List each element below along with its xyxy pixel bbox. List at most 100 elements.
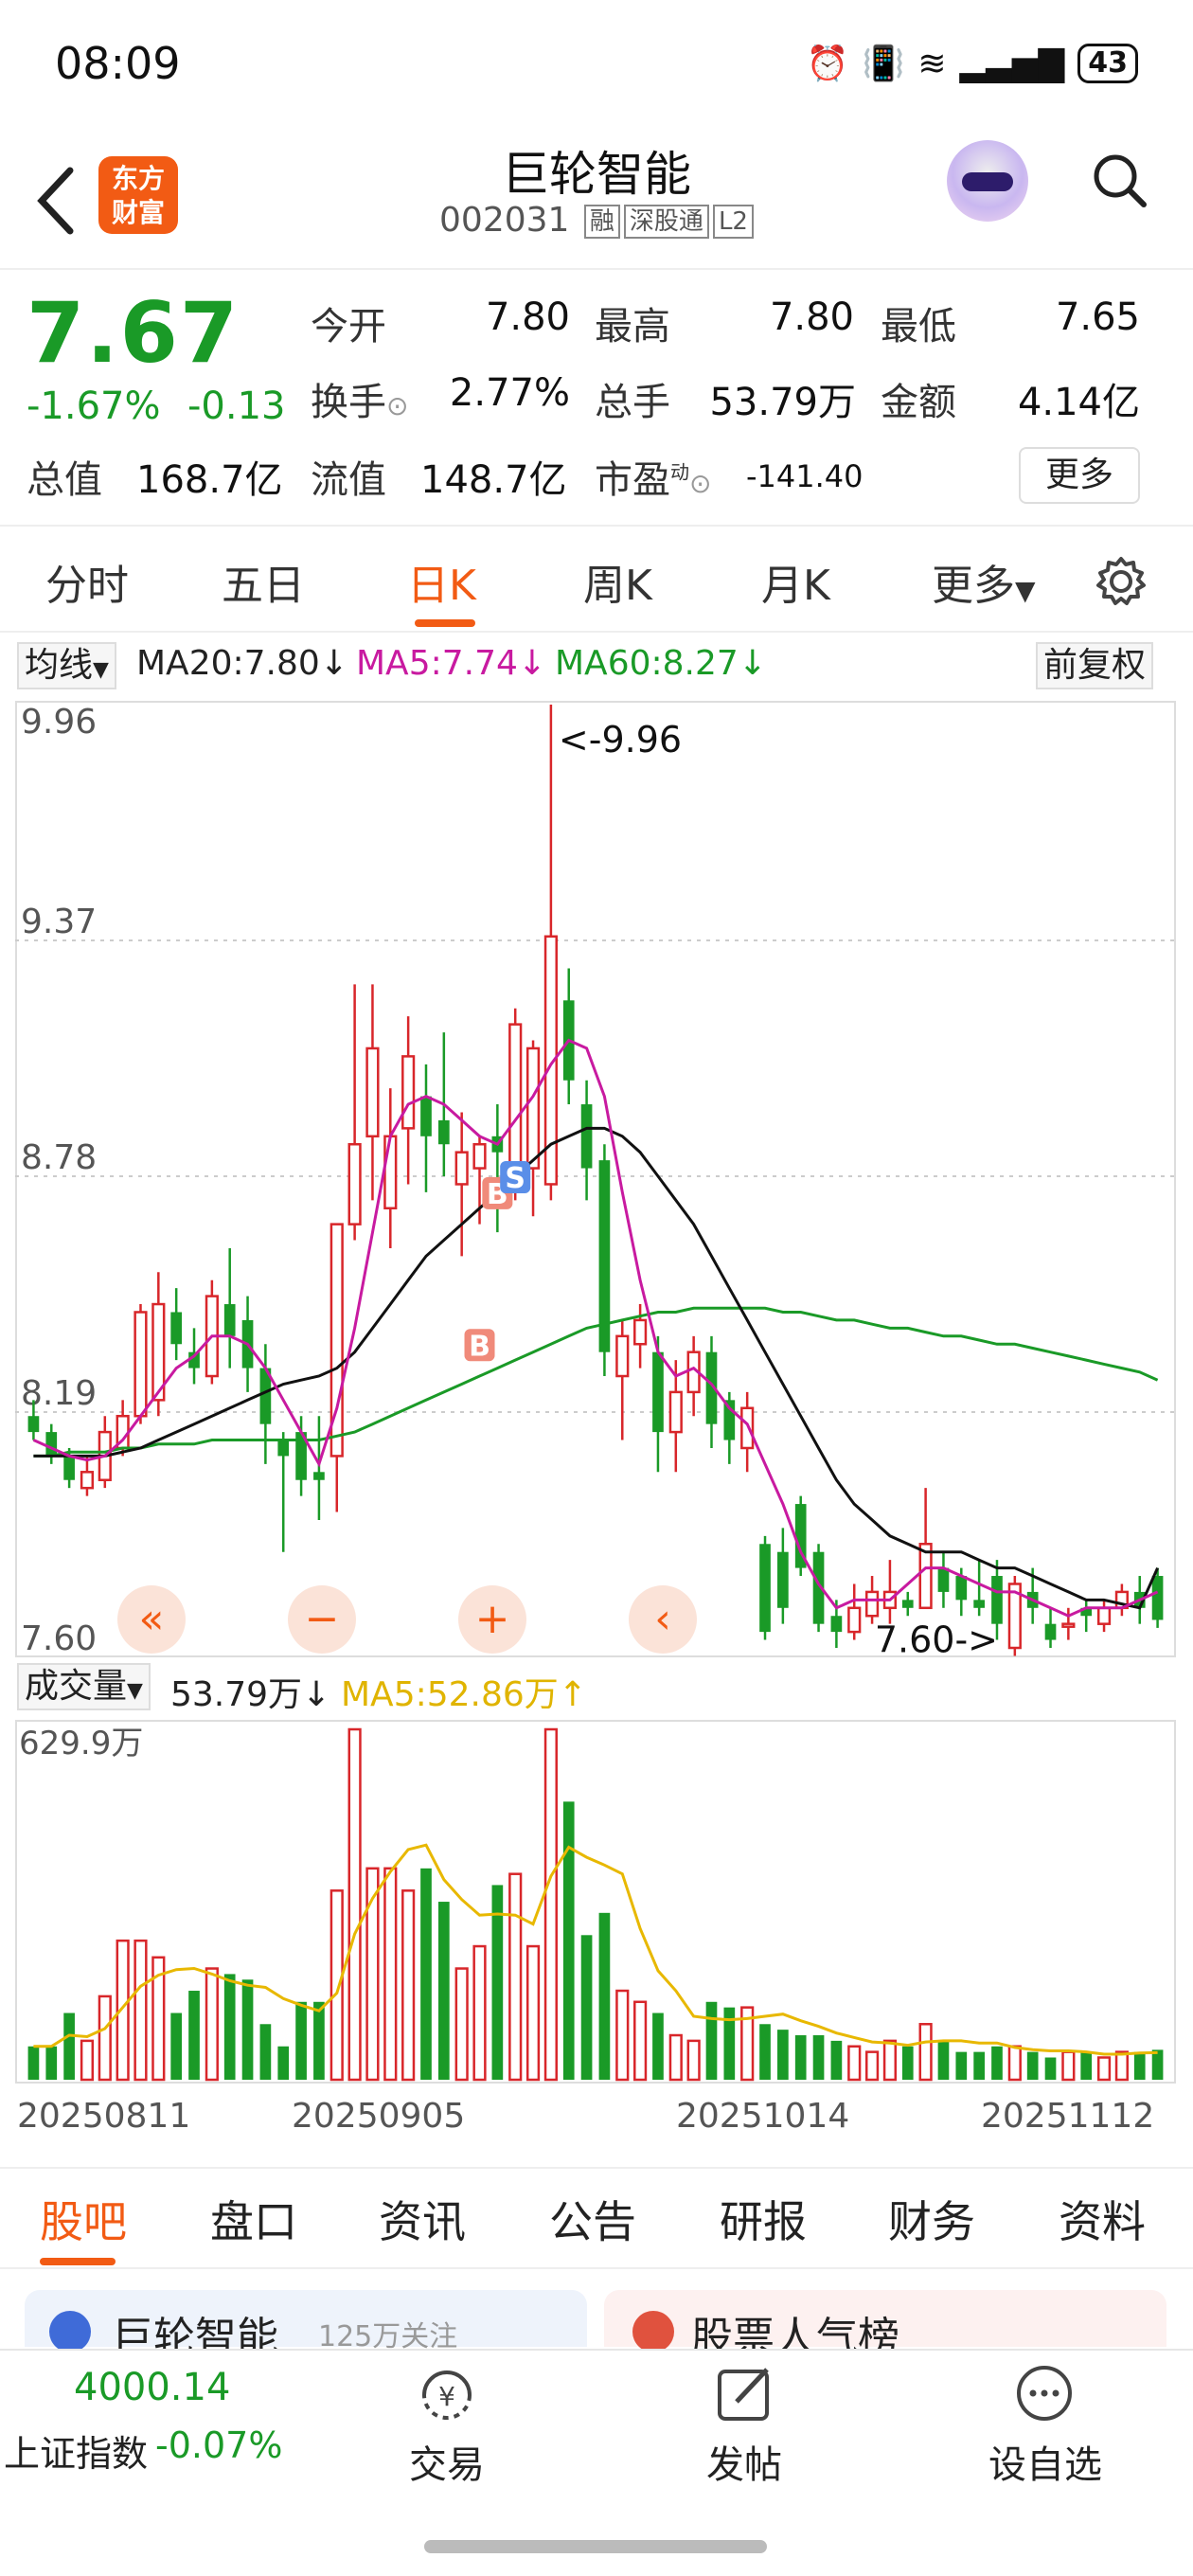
dropdown-icon: ▼ bbox=[93, 658, 109, 682]
total-value-label: 总值 bbox=[27, 458, 102, 502]
volume-bar bbox=[918, 2023, 933, 2082]
date-label-4: 20251112 bbox=[981, 2097, 1155, 2136]
post-icon[interactable] bbox=[716, 2364, 775, 2423]
info-icon[interactable]: ⊙ bbox=[386, 390, 408, 421]
candle-body bbox=[668, 1390, 683, 1434]
ma-selector[interactable]: 均线▼ bbox=[17, 642, 116, 689]
tab-intraday[interactable]: 分时 bbox=[45, 551, 129, 612]
volume-bar bbox=[45, 2046, 58, 2080]
add-watchlist-label[interactable]: 设自选 bbox=[979, 2434, 1112, 2489]
volume-bar bbox=[1026, 2051, 1039, 2080]
subtab-announcements[interactable]: 公告 bbox=[549, 2188, 636, 2250]
low-label: 最低 bbox=[881, 305, 956, 349]
max-price-note: <-9.96 bbox=[559, 719, 682, 760]
popularity-card[interactable]: 股票人气榜 bbox=[604, 2290, 1166, 2362]
tab-weekly-k[interactable]: 周K bbox=[583, 551, 652, 612]
candle-body bbox=[277, 1440, 290, 1457]
candle-body bbox=[383, 1135, 398, 1210]
tab-monthly-k[interactable]: 月K bbox=[761, 551, 830, 612]
dropdown-icon: ▼ bbox=[1015, 575, 1036, 606]
candle-body bbox=[313, 1472, 325, 1480]
index-value[interactable]: 4000.14 bbox=[74, 2366, 230, 2409]
sell-marker: S bbox=[505, 1162, 525, 1195]
index-name[interactable]: 上证指数 bbox=[4, 2424, 148, 2477]
gear-icon[interactable] bbox=[1095, 555, 1148, 608]
adjust-button[interactable]: 前复权 bbox=[1036, 642, 1154, 689]
low-value: 7.65 bbox=[1055, 295, 1140, 339]
candle-body bbox=[525, 1046, 541, 1170]
candle-body bbox=[652, 1351, 664, 1433]
ma5-label: MA5:7.74↓ bbox=[356, 644, 547, 683]
volume-bar bbox=[223, 1974, 236, 2080]
volume-chart[interactable]: 629.9万 bbox=[15, 1720, 1176, 2084]
high-value: 7.80 bbox=[769, 295, 854, 339]
subtab-indicator bbox=[40, 2258, 116, 2265]
open-label: 今开 bbox=[311, 305, 386, 349]
battery-icon: 43 bbox=[1077, 44, 1138, 83]
volume-bar bbox=[633, 2000, 648, 2082]
ma60-label: MA60:8.27↓ bbox=[555, 644, 767, 683]
amount-label: 金额 bbox=[881, 381, 956, 424]
total-value: 168.7亿 bbox=[136, 458, 283, 502]
volume-bar bbox=[1133, 2051, 1146, 2080]
volume-label: 总手 bbox=[595, 381, 670, 424]
trade-label[interactable]: 交易 bbox=[403, 2434, 490, 2489]
search-icon[interactable] bbox=[1091, 152, 1148, 208]
tab-five-day[interactable]: 五日 bbox=[222, 551, 305, 612]
volume-bar bbox=[668, 2033, 683, 2082]
candle-body bbox=[1151, 1576, 1164, 1620]
index-change: -0.07% bbox=[155, 2424, 283, 2466]
subtab-forum[interactable]: 股吧 bbox=[40, 2188, 127, 2250]
candle-body bbox=[134, 1311, 148, 1418]
vibrate-icon: 📳 bbox=[862, 45, 905, 83]
candle-body bbox=[847, 1606, 862, 1634]
volume-bar bbox=[562, 1801, 575, 2080]
volume-bar bbox=[313, 2001, 325, 2080]
candle-body bbox=[901, 1600, 914, 1608]
more-button[interactable]: 更多 bbox=[1019, 447, 1140, 504]
volume-selector[interactable]: 成交量▼ bbox=[17, 1663, 151, 1710]
tab-more[interactable]: 更多▼ bbox=[932, 551, 1036, 612]
subtab-finance[interactable]: 财务 bbox=[888, 2188, 975, 2250]
home-indicator bbox=[424, 2540, 767, 2553]
subtab-profile[interactable]: 资料 bbox=[1059, 2188, 1146, 2250]
pe-info-icon[interactable]: ⊙ bbox=[689, 468, 711, 499]
zoom-out-fast-icon-glyph: « bbox=[139, 1595, 165, 1643]
candle-body bbox=[223, 1304, 236, 1336]
volume-bar bbox=[347, 1727, 362, 2082]
subtab-orderbook[interactable]: 盘口 bbox=[210, 2188, 297, 2250]
change-percent: -1.67% bbox=[27, 385, 161, 428]
volume-bar bbox=[401, 1889, 416, 2082]
chart-frame bbox=[15, 701, 1176, 1657]
alarm-icon: ⏰ bbox=[806, 45, 849, 83]
candle-body bbox=[420, 1096, 432, 1136]
more-options-icon[interactable] bbox=[1015, 2364, 1074, 2423]
volume-bar bbox=[1096, 2056, 1112, 2082]
tab-indicator bbox=[415, 619, 475, 627]
candlestick-chart[interactable]: 9.969.378.788.197.60<-9.967.60->BBS« − + ‹ bbox=[15, 701, 1176, 1657]
y-tick-label: 8.19 bbox=[21, 1374, 97, 1413]
candle-body bbox=[63, 1456, 75, 1480]
subtab-news[interactable]: 资讯 bbox=[379, 2188, 466, 2250]
forum-card[interactable]: 巨轮智能 125万关注 bbox=[25, 2290, 587, 2362]
amount-value: 4.14亿 bbox=[1017, 381, 1140, 424]
candle-body bbox=[633, 1318, 648, 1346]
robot-assistant-icon[interactable] bbox=[947, 140, 1028, 222]
subtab-research[interactable]: 研报 bbox=[720, 2188, 807, 2250]
candle-body bbox=[740, 1406, 755, 1450]
trade-icon[interactable]: ¥ bbox=[413, 2364, 481, 2426]
volume-bar bbox=[705, 2001, 718, 2080]
candle-body bbox=[955, 1576, 968, 1601]
scroll-left-icon-glyph: ‹ bbox=[654, 1595, 671, 1643]
volume-bar bbox=[901, 2046, 914, 2080]
volume-bar bbox=[777, 2030, 789, 2080]
volume-bar bbox=[991, 2046, 1003, 2080]
volume-bar bbox=[241, 1979, 254, 2080]
post-label[interactable]: 发帖 bbox=[701, 2434, 788, 2489]
volume-bar bbox=[652, 2012, 664, 2080]
candle-body bbox=[170, 1312, 183, 1345]
volume-bar bbox=[329, 1889, 344, 2082]
svg-text:¥: ¥ bbox=[438, 2381, 455, 2412]
tab-daily-k[interactable]: 日K bbox=[407, 551, 476, 612]
volume-bar bbox=[598, 1912, 611, 2080]
